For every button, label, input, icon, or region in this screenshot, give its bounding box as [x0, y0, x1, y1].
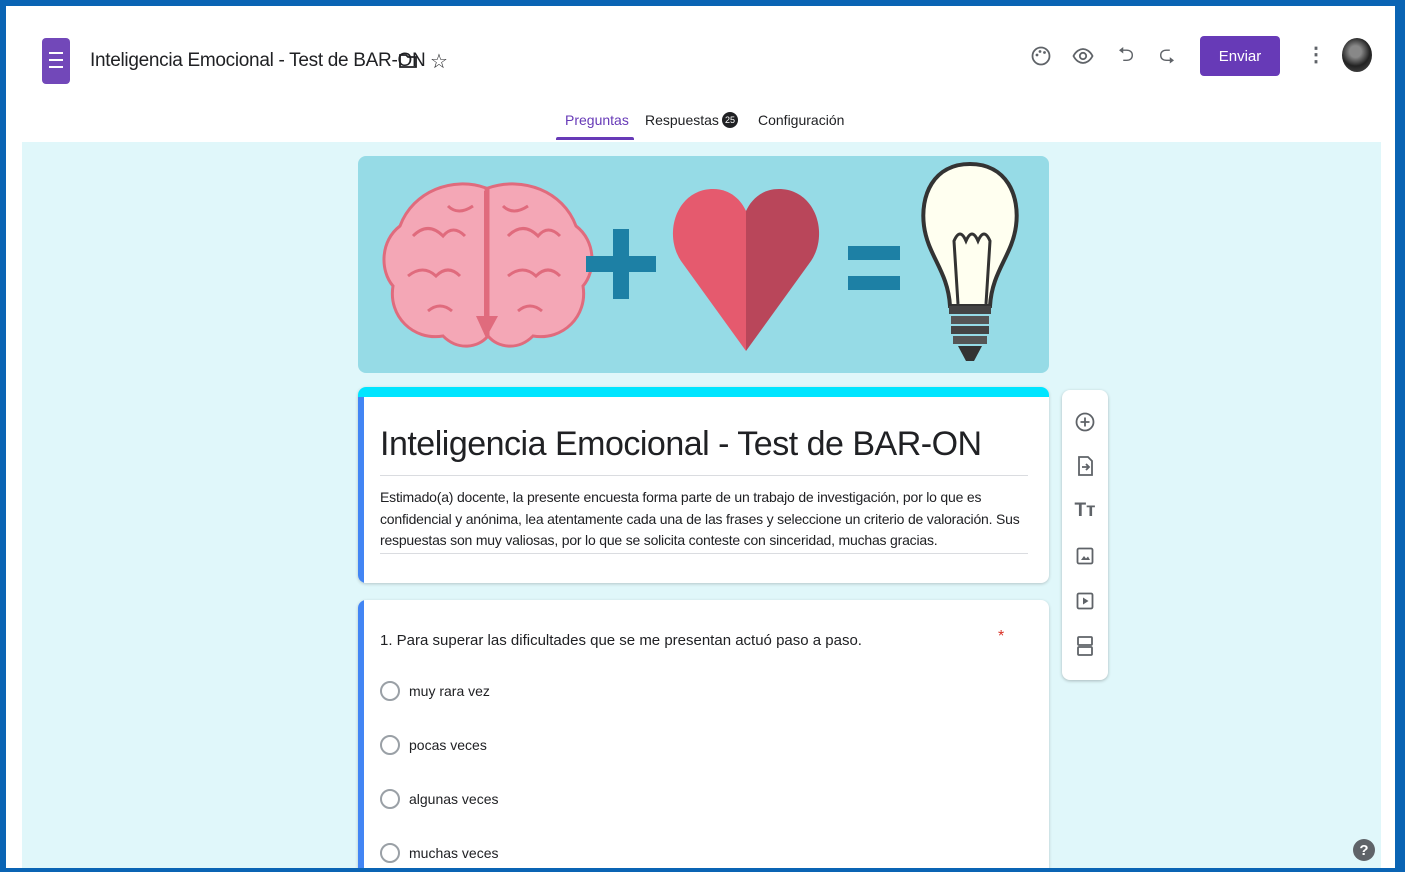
- add-question-icon[interactable]: [1073, 410, 1097, 434]
- required-asterisk: *: [998, 628, 1005, 645]
- preview-icon[interactable]: [1072, 46, 1094, 71]
- radio-option[interactable]: algunas veces: [380, 788, 499, 810]
- floating-toolbar: Tт: [1062, 390, 1108, 680]
- form-title[interactable]: Inteligencia Emocional - Test de BAR-ON: [380, 425, 982, 464]
- radio-option[interactable]: muchas veces: [380, 842, 498, 864]
- header-banner-image[interactable]: [358, 156, 1049, 373]
- app-window: Inteligencia Emocional - Test de BAR-ON …: [6, 6, 1395, 868]
- tab-settings[interactable]: Configuración: [758, 112, 844, 128]
- radio-button[interactable]: [380, 735, 400, 755]
- radio-option[interactable]: pocas veces: [380, 734, 487, 756]
- forms-header: Inteligencia Emocional - Test de BAR-ON …: [6, 6, 1395, 142]
- help-icon[interactable]: ?: [1353, 839, 1375, 861]
- brain-icon: [382, 182, 594, 348]
- add-image-icon[interactable]: [1073, 544, 1097, 568]
- add-video-icon[interactable]: [1073, 589, 1097, 613]
- description-divider: [380, 553, 1028, 554]
- google-forms-logo[interactable]: [42, 38, 70, 84]
- option-label: muchas veces: [409, 845, 499, 861]
- radio-button[interactable]: [380, 789, 400, 809]
- radio-option[interactable]: muy rara vez: [380, 680, 490, 702]
- redo-icon[interactable]: ⮎: [1159, 44, 1175, 66]
- active-tab-indicator: [556, 137, 634, 140]
- form-title-card[interactable]: Inteligencia Emocional - Test de BAR-ON …: [358, 387, 1049, 583]
- equals-icon: [848, 246, 900, 290]
- question-card[interactable]: 1. Para superar las dificultades que se …: [358, 600, 1049, 868]
- selected-indicator: [358, 397, 364, 583]
- star-icon[interactable]: ☆: [430, 51, 448, 73]
- add-title-icon[interactable]: Tт: [1073, 499, 1097, 523]
- tab-questions[interactable]: Preguntas: [565, 112, 629, 128]
- radio-button[interactable]: [380, 681, 400, 701]
- plus-icon: [586, 229, 656, 299]
- send-button[interactable]: Enviar: [1200, 36, 1280, 76]
- option-label: pocas veces: [409, 737, 487, 753]
- add-section-icon[interactable]: [1073, 634, 1097, 658]
- undo-icon[interactable]: ⮌: [1118, 44, 1134, 66]
- theme-color-bar: [358, 387, 1049, 397]
- import-question-icon[interactable]: [1073, 454, 1097, 478]
- selected-indicator: [358, 600, 364, 868]
- form-editor-area: Inteligencia Emocional - Test de BAR-ON …: [22, 142, 1381, 868]
- question-text[interactable]: 1. Para superar las dificultades que se …: [380, 632, 862, 649]
- more-vert-icon[interactable]: ⋮: [1306, 44, 1326, 66]
- lightbulb-icon: [921, 161, 1019, 361]
- tab-responses[interactable]: Respuestas: [645, 112, 719, 128]
- option-label: algunas veces: [409, 791, 499, 807]
- folder-icon[interactable]: [398, 52, 418, 75]
- title-divider: [380, 475, 1028, 476]
- palette-icon[interactable]: [1030, 45, 1052, 72]
- heart-icon: [672, 188, 820, 351]
- responses-count-badge: 25: [722, 112, 738, 128]
- form-description[interactable]: Estimado(a) docente, la presente encuest…: [380, 487, 1030, 552]
- radio-button[interactable]: [380, 843, 400, 863]
- option-label: muy rara vez: [409, 683, 490, 699]
- avatar[interactable]: [1342, 38, 1372, 72]
- document-title[interactable]: Inteligencia Emocional - Test de BAR-ON: [90, 50, 426, 72]
